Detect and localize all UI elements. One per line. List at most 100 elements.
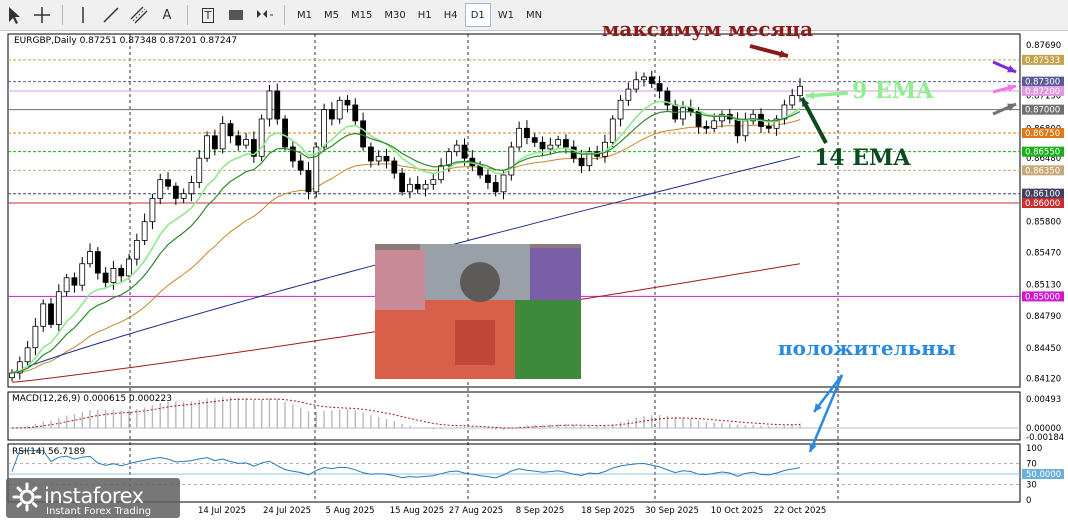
level-price-label: 0.86350 — [1025, 166, 1060, 176]
candle-body — [243, 139, 249, 146]
candle-body — [430, 179, 437, 185]
rsi-axis-label: 50.0000 — [1026, 470, 1061, 480]
level-price-label: 0.86000 — [1025, 199, 1060, 209]
candle-body — [40, 303, 47, 327]
x-axis-label: 18 Sep 2025 — [581, 506, 635, 516]
symbol-info: EURGBP,Daily 0.87251 0.87348 0.87201 0.8… — [14, 36, 237, 46]
instaforex-logo-icon — [12, 482, 42, 512]
x-axis-label: 15 Aug 2025 — [390, 506, 444, 516]
candle-body — [609, 118, 616, 143]
candle-body — [453, 144, 460, 153]
candle-body — [305, 169, 312, 193]
candle-body — [9, 372, 15, 379]
candle-body — [336, 99, 343, 120]
candle-body — [141, 221, 148, 241]
level-price-label: 0.87000 — [1025, 106, 1060, 116]
candle-body — [422, 183, 429, 190]
price-axis-label: 0.85800 — [1026, 218, 1061, 228]
x-axis-label: 30 Sep 2025 — [645, 506, 699, 516]
level-price-label: 0.85000 — [1025, 292, 1060, 302]
candle-body — [157, 179, 164, 199]
candle-body — [227, 123, 234, 137]
candle-body — [485, 174, 491, 183]
candle-body — [274, 90, 281, 120]
level-price-label: 0.87200 — [1025, 87, 1060, 97]
logo-subtitle: Instant Forex Trading — [46, 506, 152, 517]
candle-body — [211, 135, 218, 150]
price-axis-label: 0.87690 — [1026, 41, 1061, 51]
candle-body — [563, 139, 569, 148]
candle-body — [235, 135, 242, 146]
candle-body — [219, 123, 226, 150]
candle-body — [648, 76, 655, 84]
candle-body — [508, 146, 515, 176]
candle-body — [110, 267, 117, 283]
candle-body — [742, 120, 749, 137]
candle-body — [492, 182, 499, 193]
candle-body — [48, 303, 54, 325]
x-axis-label: 14 Jul 2025 — [198, 506, 246, 516]
candle-body — [24, 347, 31, 363]
x-axis-label: 5 Aug 2025 — [325, 506, 374, 516]
candle-body — [656, 83, 663, 92]
candle-body — [524, 127, 530, 139]
candle-body — [55, 291, 62, 325]
x-axis-label: 22 Oct 2025 — [774, 506, 827, 516]
candle-body — [352, 104, 359, 122]
rsi-axis-label: 100 — [1026, 444, 1042, 454]
candle-body — [94, 251, 101, 274]
x-axis-label: 27 Aug 2025 — [449, 506, 503, 516]
price-axis-label: 0.84790 — [1026, 312, 1061, 322]
ema14-annotation: 14 EMA — [814, 145, 911, 171]
candle-body — [539, 141, 546, 150]
candle-body — [344, 99, 351, 106]
candle-body — [172, 185, 179, 199]
candle-body — [578, 157, 585, 167]
rsi-label: RSI(14) 56.7189 — [12, 447, 85, 457]
candle-body — [79, 263, 86, 286]
candle-body — [680, 107, 686, 120]
candle-body — [360, 120, 366, 148]
rsi-axis-label: 0 — [1026, 496, 1031, 506]
candle-body — [165, 179, 171, 187]
candle-body — [625, 88, 632, 101]
price-axis-label: 0.85470 — [1026, 249, 1061, 259]
candle-body — [765, 126, 772, 129]
candle-body — [180, 193, 187, 199]
candle-body — [71, 277, 78, 286]
candle-body — [633, 79, 640, 90]
candle-body — [703, 126, 710, 129]
candle-body — [414, 183, 421, 190]
candle-body — [188, 182, 195, 195]
level-price-label: 0.86550 — [1025, 148, 1060, 158]
candle-body — [149, 197, 156, 223]
candle-body — [383, 155, 390, 162]
candle-body — [789, 95, 796, 106]
candle-body — [734, 118, 741, 137]
candle-body — [461, 144, 468, 159]
price-axis-label: 0.84450 — [1026, 344, 1061, 354]
candle-body — [321, 109, 327, 148]
candle-body — [407, 183, 413, 193]
candle-body — [711, 120, 718, 129]
candle-body — [196, 157, 203, 183]
candle-body — [477, 165, 484, 176]
x-axis-label: 10 Oct 2025 — [711, 506, 764, 516]
macd-axis-label: -0.00184 — [1026, 433, 1064, 443]
candle-body — [531, 137, 538, 143]
candle-body — [289, 146, 296, 162]
chart-area: 0.876900.871500.868000.864800.861200.858… — [7, 17, 1064, 516]
candle-body — [102, 272, 109, 283]
rsi-axis-label: 30 — [1026, 480, 1037, 490]
level-price-label: 0.87533 — [1025, 56, 1060, 66]
candle-body — [118, 267, 125, 277]
candle-body — [399, 172, 405, 193]
candle-body — [133, 239, 140, 260]
candle-body — [367, 146, 374, 162]
candle-body — [797, 85, 803, 97]
candle-body — [258, 118, 265, 157]
candle-body — [641, 76, 647, 81]
price-axis-label: 0.84120 — [1026, 375, 1061, 385]
candle-body — [516, 127, 523, 148]
candle-body — [63, 277, 70, 293]
